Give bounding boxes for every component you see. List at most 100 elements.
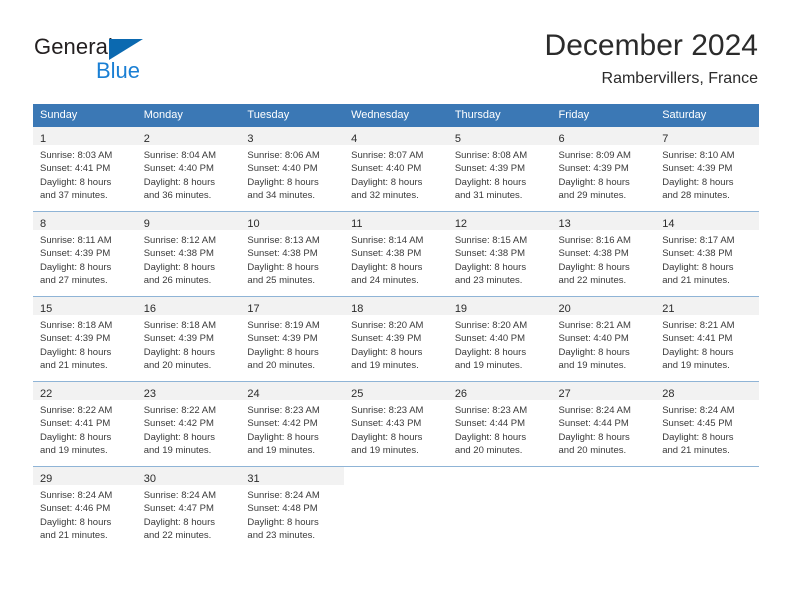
sunrise-text: Sunrise: 8:23 AM	[454, 405, 528, 416]
day-cell-inner[interactable]: 31 Sunrise: 8:24 AM Sunset: 4:48 PM Dayligh…	[240, 467, 345, 551]
sunset-text: Sunset: 4:38 PM	[662, 248, 733, 260]
day-cell-inner[interactable]: 8 Sunrise: 8:11 AM Sunset: 4:39 PM Daylight…	[33, 212, 137, 296]
day-cell-inner[interactable]: 14 Sunrise: 8:17 AM Sunset: 4:38 PM Dayligh…	[655, 212, 759, 296]
day-cell-inner[interactable]: 9 Sunrise: 8:12 AM Sunset: 4:38 PM Daylight…	[136, 212, 241, 296]
calendar-header-row: Sunday Monday Tuesday Wednesday Thursday…	[33, 104, 759, 127]
daylight-text-line1: Daylight: 8 hours	[351, 346, 423, 358]
day-cell-inner[interactable]: 19 Sunrise: 8:20 AM Sunset: 4:40 PM Dayligh…	[447, 297, 552, 381]
daylight-text-line2: and 23 minutes.	[454, 275, 523, 287]
daylight-text-line2: and 19 minutes.	[351, 360, 419, 372]
day-cell-inner[interactable]: 10 Sunrise: 8:13 AM Sunset: 4:38 PM Dayligh…	[240, 212, 345, 296]
day-cell-inner[interactable]: 15 Sunrise: 8:18 AM Sunset: 4:39 PM Dayligh…	[33, 297, 137, 381]
weekday-header-wednesday: Wednesday	[344, 104, 448, 127]
day-cell-inner[interactable]: 22 Sunrise: 8:22 AM Sunset: 4:41 PM Dayligh…	[33, 382, 137, 466]
day-cell-inner[interactable]: 24 Sunrise: 8:23 AM Sunset: 4:42 PM Dayligh…	[240, 382, 345, 466]
day-cell-inner[interactable]: 17 Sunrise: 8:19 AM Sunset: 4:39 PM Dayligh…	[240, 297, 345, 381]
daylight-text-line2: and 37 minutes.	[40, 190, 108, 202]
day-number-band: 16	[136, 297, 241, 315]
daylight-text-line1: Daylight: 8 hours	[662, 431, 734, 443]
sunrise-text: Sunrise: 8:22 AM	[40, 405, 113, 416]
day-cell-inner[interactable]: 4 Sunrise: 8:07 AM Sunset: 4:40 PM Daylight…	[344, 127, 448, 211]
daylight-text-line1: Daylight: 8 hours	[143, 516, 215, 528]
day-cell: 13 Sunrise: 8:16 AM Sunset: 4:38 PM Dayligh…	[551, 211, 656, 297]
sunset-text: Sunset: 4:43 PM	[351, 418, 422, 430]
day-number: 31	[247, 473, 260, 485]
day-number-band: 19	[447, 297, 552, 315]
day-cell: 25 Sunrise: 8:23 AM Sunset: 4:43 PM Dayligh…	[344, 381, 448, 467]
day-number-band: 13	[551, 212, 656, 230]
sunrise-text: Sunrise: 8:14 AM	[351, 235, 424, 246]
day-cell-inner[interactable]: 25 Sunrise: 8:23 AM Sunset: 4:43 PM Dayligh…	[344, 382, 448, 466]
logo-triangle-icon	[109, 39, 143, 60]
daylight-text-line2: and 21 minutes.	[662, 275, 730, 287]
daylight-text-line1: Daylight: 8 hours	[247, 261, 319, 273]
day-cell-inner[interactable]: 13 Sunrise: 8:16 AM Sunset: 4:38 PM Dayligh…	[551, 212, 656, 296]
daylight-text-line2: and 36 minutes.	[143, 190, 212, 202]
day-cell-inner[interactable]: 3 Sunrise: 8:06 AM Sunset: 4:40 PM Daylight…	[240, 127, 345, 211]
sunset-text: Sunset: 4:39 PM	[351, 333, 422, 345]
day-details: Sunrise: 8:20 AM Sunset: 4:39 PM Daylight:…	[344, 315, 448, 373]
day-cell-inner[interactable]: 12 Sunrise: 8:15 AM Sunset: 4:38 PM Dayligh…	[447, 212, 552, 296]
page-title: December 2024	[544, 29, 758, 62]
day-details: Sunrise: 8:17 AM Sunset: 4:38 PM Daylight:…	[655, 230, 759, 288]
day-details: Sunrise: 8:24 AM Sunset: 4:45 PM Daylight:…	[655, 400, 759, 458]
day-number-band: 8	[33, 212, 137, 230]
day-number-band: 6	[551, 127, 656, 145]
day-cell: 14 Sunrise: 8:17 AM Sunset: 4:38 PM Dayligh…	[655, 211, 759, 297]
day-cell-inner[interactable]: 6 Sunrise: 8:09 AM Sunset: 4:39 PM Daylight…	[551, 127, 656, 211]
day-cell-inner[interactable]: 21 Sunrise: 8:21 AM Sunset: 4:41 PM Dayligh…	[655, 297, 759, 381]
calendar-week-row: 29 Sunrise: 8:24 AM Sunset: 4:46 PM Dayligh…	[33, 466, 759, 551]
day-number: 18	[351, 303, 364, 315]
day-number-band: 21	[655, 297, 759, 315]
day-cell-inner[interactable]: 18 Sunrise: 8:20 AM Sunset: 4:39 PM Dayligh…	[344, 297, 448, 381]
daylight-text-line2: and 19 minutes.	[351, 445, 419, 457]
sunrise-text: Sunrise: 8:23 AM	[351, 405, 424, 416]
daylight-text-line1: Daylight: 8 hours	[662, 346, 734, 358]
day-cell: 7 Sunrise: 8:10 AM Sunset: 4:39 PM Daylight…	[655, 127, 759, 212]
day-cell: 12 Sunrise: 8:15 AM Sunset: 4:38 PM Dayligh…	[447, 211, 552, 297]
day-number: 25	[351, 388, 364, 400]
day-details: Sunrise: 8:21 AM Sunset: 4:41 PM Daylight:…	[655, 315, 759, 373]
day-cell-inner[interactable]: 11 Sunrise: 8:14 AM Sunset: 4:38 PM Dayligh…	[344, 212, 448, 296]
daylight-text-line1: Daylight: 8 hours	[558, 261, 630, 273]
sunrise-text: Sunrise: 8:22 AM	[143, 405, 217, 416]
weekday-header-monday: Monday	[136, 104, 241, 127]
sunrise-text: Sunrise: 8:21 AM	[558, 320, 631, 331]
day-cell-inner[interactable]: 20 Sunrise: 8:21 AM Sunset: 4:40 PM Dayligh…	[551, 297, 656, 381]
day-cell-inner-empty	[447, 467, 552, 551]
daylight-text-line2: and 19 minutes.	[143, 445, 212, 457]
day-cell-inner[interactable]: 7 Sunrise: 8:10 AM Sunset: 4:39 PM Daylight…	[655, 127, 759, 211]
day-cell-inner[interactable]: 30 Sunrise: 8:24 AM Sunset: 4:47 PM Dayligh…	[136, 467, 241, 551]
day-cell: 3 Sunrise: 8:06 AM Sunset: 4:40 PM Daylight…	[240, 127, 345, 212]
day-cell	[655, 466, 759, 551]
day-number-band	[551, 467, 656, 485]
day-cell-inner[interactable]: 23 Sunrise: 8:22 AM Sunset: 4:42 PM Dayligh…	[136, 382, 241, 466]
day-number-band: 3	[240, 127, 345, 145]
day-details: Sunrise: 8:24 AM Sunset: 4:47 PM Daylight:…	[137, 485, 241, 543]
day-cell-inner[interactable]: 1 Sunrise: 8:03 AM Sunset: 4:41 PM Daylight…	[33, 127, 137, 211]
daylight-text-line1: Daylight: 8 hours	[454, 346, 527, 358]
day-number: 6	[558, 133, 565, 145]
daylight-text-line2: and 19 minutes.	[247, 445, 316, 457]
day-number: 23	[143, 388, 156, 400]
day-cell-inner[interactable]: 16 Sunrise: 8:18 AM Sunset: 4:39 PM Dayligh…	[136, 297, 241, 381]
day-details: Sunrise: 8:06 AM Sunset: 4:40 PM Daylight:…	[240, 145, 344, 203]
day-cell-inner[interactable]: 26 Sunrise: 8:23 AM Sunset: 4:44 PM Dayligh…	[447, 382, 552, 466]
day-cell-inner[interactable]: 2 Sunrise: 8:04 AM Sunset: 4:40 PM Daylight…	[136, 127, 241, 211]
day-number-band	[655, 467, 759, 485]
daylight-text-line2: and 32 minutes.	[351, 190, 419, 202]
day-number-band: 25	[344, 382, 448, 400]
general-blue-logo[interactable]: General Blue	[34, 34, 214, 90]
calendar-week-row: 22 Sunrise: 8:22 AM Sunset: 4:41 PM Dayligh…	[33, 381, 759, 467]
weekday-header-friday: Friday	[551, 104, 656, 127]
day-cell: 20 Sunrise: 8:21 AM Sunset: 4:40 PM Dayligh…	[551, 296, 656, 382]
day-cell-inner[interactable]: 29 Sunrise: 8:24 AM Sunset: 4:46 PM Dayligh…	[33, 467, 137, 551]
sunset-text: Sunset: 4:40 PM	[454, 333, 526, 345]
daylight-text-line1: Daylight: 8 hours	[247, 431, 319, 443]
day-cell-inner[interactable]: 28 Sunrise: 8:24 AM Sunset: 4:45 PM Dayligh…	[655, 382, 759, 466]
daylight-text-line2: and 21 minutes.	[40, 360, 108, 372]
day-cell-inner[interactable]: 5 Sunrise: 8:08 AM Sunset: 4:39 PM Daylight…	[447, 127, 552, 211]
day-cell-inner[interactable]: 27 Sunrise: 8:24 AM Sunset: 4:44 PM Dayligh…	[551, 382, 656, 466]
day-details: Sunrise: 8:24 AM Sunset: 4:46 PM Daylight:…	[33, 485, 137, 543]
logo-text-blue: Blue	[96, 58, 141, 83]
